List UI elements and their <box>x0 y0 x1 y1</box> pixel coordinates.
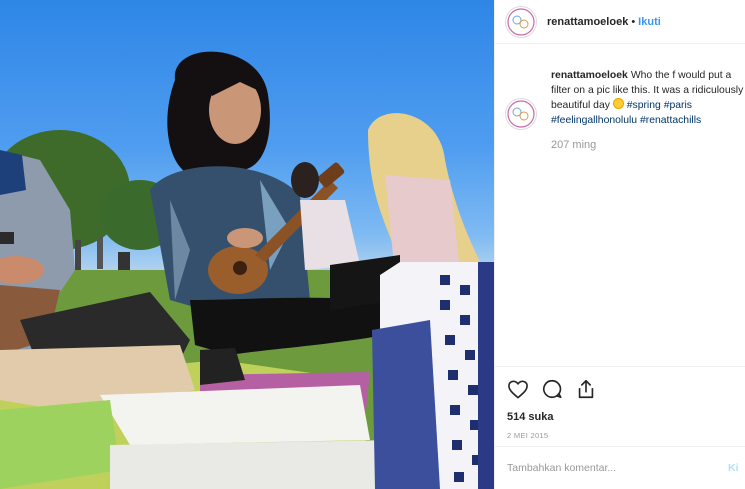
caption-time[interactable]: 207 ming <box>551 138 745 153</box>
add-comment-bar: Ki <box>495 446 745 489</box>
hashtag-feelingallhonolulu[interactable]: #feelingallhonolulu <box>551 115 637 126</box>
photo-illustration <box>0 51 494 489</box>
caption-username[interactable]: renattamoeloek <box>551 70 628 81</box>
caption-comment: renattamoeloek Who the f would put a filt… <box>505 68 745 153</box>
avatar-logo-icon <box>507 100 535 128</box>
caption-text-block: renattamoeloek Who the f would put a filt… <box>551 68 745 128</box>
post-sidebar: renattamoeloek • Ikuti renattamoeloek Who… <box>494 0 745 489</box>
avatar-logo-icon <box>507 7 535 36</box>
like-count[interactable]: 514 suka <box>507 411 734 423</box>
follow-button[interactable]: Ikuti <box>638 16 661 28</box>
header-separator: • <box>631 15 636 28</box>
comment-icon[interactable] <box>541 378 563 400</box>
post-comment-button[interactable]: Ki <box>728 462 739 474</box>
post-photo[interactable] <box>0 0 494 489</box>
post-header: renattamoeloek • Ikuti <box>495 0 745 44</box>
caption-avatar[interactable] <box>505 98 537 130</box>
comment-input[interactable] <box>507 462 722 474</box>
hashtag-spring[interactable]: #spring <box>627 100 661 111</box>
heart-icon[interactable] <box>507 379 529 399</box>
hashtag-renattachills[interactable]: #renattachills <box>640 115 701 126</box>
share-icon[interactable] <box>575 378 597 400</box>
hashtag-paris[interactable]: #paris <box>664 100 692 111</box>
action-bar <box>507 377 734 401</box>
post-actions-section: 514 suka 2 MEI 2015 <box>495 366 745 440</box>
header-username[interactable]: renattamoeloek <box>547 16 628 28</box>
avatar[interactable] <box>505 5 537 38</box>
post-date[interactable]: 2 MEI 2015 <box>507 431 734 440</box>
caption-body: renattamoeloek Who the f would put a filt… <box>551 68 745 153</box>
sun-emoji-icon <box>612 98 624 109</box>
